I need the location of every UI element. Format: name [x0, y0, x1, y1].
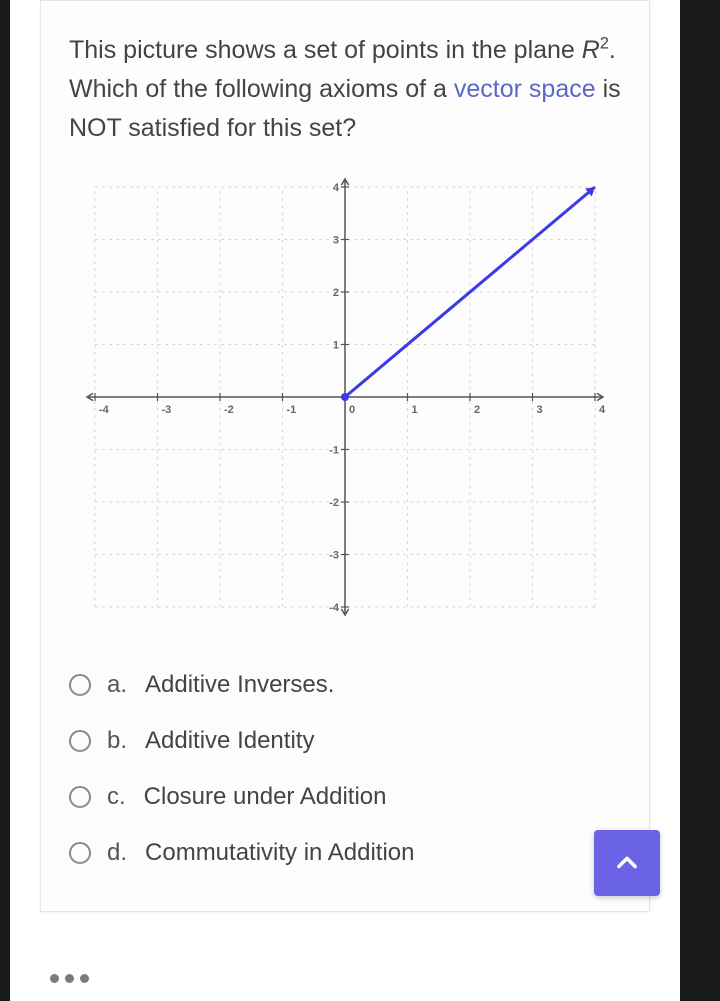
chart-svg: -4 -3 -2 -1 0 1 2 3 4 -4 -3 -2 -1 1 2 3 4 — [75, 167, 615, 627]
svg-text:-2: -2 — [329, 497, 339, 509]
loading-dots — [50, 974, 89, 983]
edit-pen-icon[interactable] — [626, 961, 660, 995]
option-letter: b. — [107, 727, 127, 755]
option-text: Additive Identity — [145, 727, 314, 755]
svg-text:3: 3 — [537, 404, 543, 416]
question-card: This picture shows a set of points in th… — [40, 0, 650, 912]
svg-text:-2: -2 — [224, 404, 234, 416]
option-letter: c. — [107, 783, 126, 811]
radio-icon[interactable] — [69, 674, 91, 696]
radio-icon[interactable] — [69, 730, 91, 752]
svg-text:1: 1 — [333, 340, 339, 352]
option-text: Additive Inverses. — [145, 671, 334, 699]
svg-text:-1: -1 — [287, 404, 297, 416]
svg-text:2: 2 — [474, 404, 480, 416]
svg-text:3: 3 — [333, 235, 339, 247]
chevron-up-icon — [613, 849, 641, 877]
radio-icon[interactable] — [69, 842, 91, 864]
coordinate-plane-chart: -4 -3 -2 -1 0 1 2 3 4 -4 -3 -2 -1 1 2 3 4 — [75, 167, 615, 627]
math-r: R — [582, 36, 600, 64]
svg-text:-3: -3 — [162, 404, 172, 416]
question-part1: This picture shows a set of points in th… — [69, 36, 582, 64]
svg-text:-3: -3 — [329, 550, 339, 562]
svg-text:-4: -4 — [329, 602, 340, 614]
option-letter: a. — [107, 671, 127, 699]
svg-text:1: 1 — [412, 404, 418, 416]
option-letter: d. — [107, 839, 127, 867]
option-b[interactable]: b. Additive Identity — [69, 713, 621, 769]
svg-text:2: 2 — [333, 287, 339, 299]
options-list: a. Additive Inverses. b. Additive Identity c… — [69, 657, 621, 881]
radio-icon[interactable] — [69, 786, 91, 808]
svg-text:0: 0 — [349, 404, 355, 416]
vector-space-link[interactable]: vector space — [454, 75, 596, 103]
svg-text:4: 4 — [599, 404, 606, 416]
option-d[interactable]: d. Commutativity in Addition — [69, 825, 621, 881]
option-c[interactable]: c. Closure under Addition — [69, 769, 621, 825]
question-text: This picture shows a set of points in th… — [69, 31, 621, 147]
math-sup: 2 — [600, 35, 609, 53]
option-text: Commutativity in Addition — [145, 839, 414, 867]
svg-text:-4: -4 — [99, 404, 110, 416]
svg-text:-1: -1 — [329, 445, 339, 457]
scroll-top-button[interactable] — [594, 830, 660, 896]
option-text: Closure under Addition — [144, 783, 387, 811]
option-a[interactable]: a. Additive Inverses. — [69, 657, 621, 713]
svg-text:4: 4 — [333, 182, 340, 194]
